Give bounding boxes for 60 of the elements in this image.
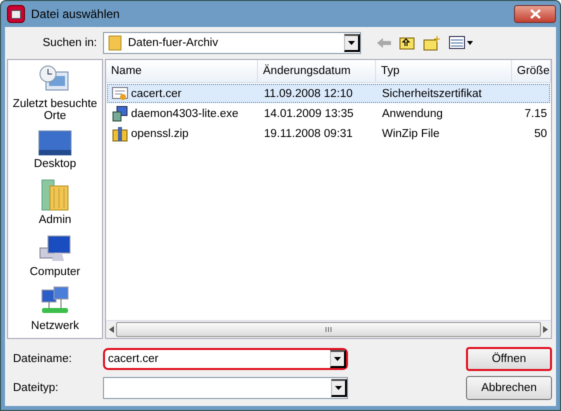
place-label: Computer — [30, 266, 80, 278]
file-name: daemon4303-lite.exe — [131, 108, 238, 120]
file-row[interactable]: openssl.zip 19.11.2008 09:31 WinZip File 50 — [107, 124, 550, 143]
column-header[interactable]: Änderungsdatum — [258, 60, 376, 82]
desktop-icon — [38, 130, 72, 156]
filetype-field[interactable] — [103, 377, 348, 399]
grip-icon — [325, 327, 332, 332]
scroll-left-icon[interactable] — [109, 326, 114, 333]
column-header[interactable]: Größe — [512, 60, 551, 82]
folder-icon — [108, 35, 122, 51]
place-item[interactable]: Zuletzt besuchte Orte — [9, 64, 101, 122]
type-cell-text: Sicherheitszertifikat — [381, 86, 483, 102]
dropdown-button[interactable] — [330, 350, 346, 368]
place-item[interactable]: Computer — [9, 234, 101, 278]
place-item[interactable]: Admin — [9, 178, 101, 226]
dropdown-button[interactable] — [344, 34, 360, 52]
cancel-button[interactable]: Abbrechen — [466, 376, 552, 400]
filename-field[interactable]: cacert.cer — [103, 348, 348, 370]
window-title: Datei auswählen — [31, 7, 121, 21]
file-row[interactable]: cacert.cer 11.09.2008 12:10 Sicherheitszertifikat — [107, 84, 550, 103]
file-row[interactable]: daemon4303-lite.exe 14.01.2009 13:35 Anwendung 7.15 — [107, 104, 550, 123]
field-label: Dateiname: — [12, 353, 73, 365]
place-label: Zuletzt besuchte Orte — [12, 98, 98, 122]
view-menu-icon[interactable] — [449, 36, 473, 50]
place-label: Desktop — [34, 158, 76, 170]
date-cell-text: 14.01.2009 13:35 — [263, 106, 355, 122]
type-cell-text: WinZip File — [381, 126, 441, 142]
app-icon — [7, 5, 25, 23]
look-in-dropdown[interactable]: Daten-fuer-Archiv — [103, 32, 361, 54]
column-header[interactable]: Name — [106, 60, 258, 82]
horizontal-scrollbar[interactable] — [106, 320, 551, 338]
date-cell-text: 11.09.2008 12:10 — [263, 86, 354, 102]
computer-icon — [38, 234, 72, 264]
close-button[interactable] — [514, 5, 556, 23]
size-cell-text: 7.15 — [524, 106, 548, 122]
column-header[interactable]: Typ — [376, 60, 512, 82]
date-cell-text: 19.11.2008 09:31 — [263, 126, 354, 142]
folder-icon — [40, 178, 70, 212]
file-name: cacert.cer — [131, 88, 182, 100]
place-label: Admin — [38, 214, 72, 226]
field-label: Dateityp: — [12, 382, 60, 394]
close-icon — [530, 9, 540, 19]
caret-icon — [348, 41, 355, 45]
archive-icon — [112, 126, 128, 142]
place-label: Netzwerk — [31, 320, 79, 332]
look-in-label: Suchen in: — [42, 37, 98, 49]
type-cell-text: Anwendung — [381, 106, 444, 122]
place-item[interactable]: Netzwerk — [9, 286, 101, 332]
file-name: openssl.zip — [131, 128, 189, 140]
scroll-right-icon[interactable] — [543, 326, 548, 333]
certificate-icon — [112, 86, 128, 100]
dropdown-button[interactable] — [331, 379, 347, 397]
caret-icon — [334, 357, 341, 361]
caret-icon — [335, 386, 342, 390]
open-button[interactable]: Öffnen — [466, 347, 552, 371]
new-folder-icon[interactable] — [423, 35, 441, 51]
place-item[interactable]: Desktop — [9, 130, 101, 170]
folder-up-icon[interactable] — [399, 36, 415, 50]
size-cell-text: 50 — [533, 126, 548, 142]
application-icon — [112, 106, 128, 122]
